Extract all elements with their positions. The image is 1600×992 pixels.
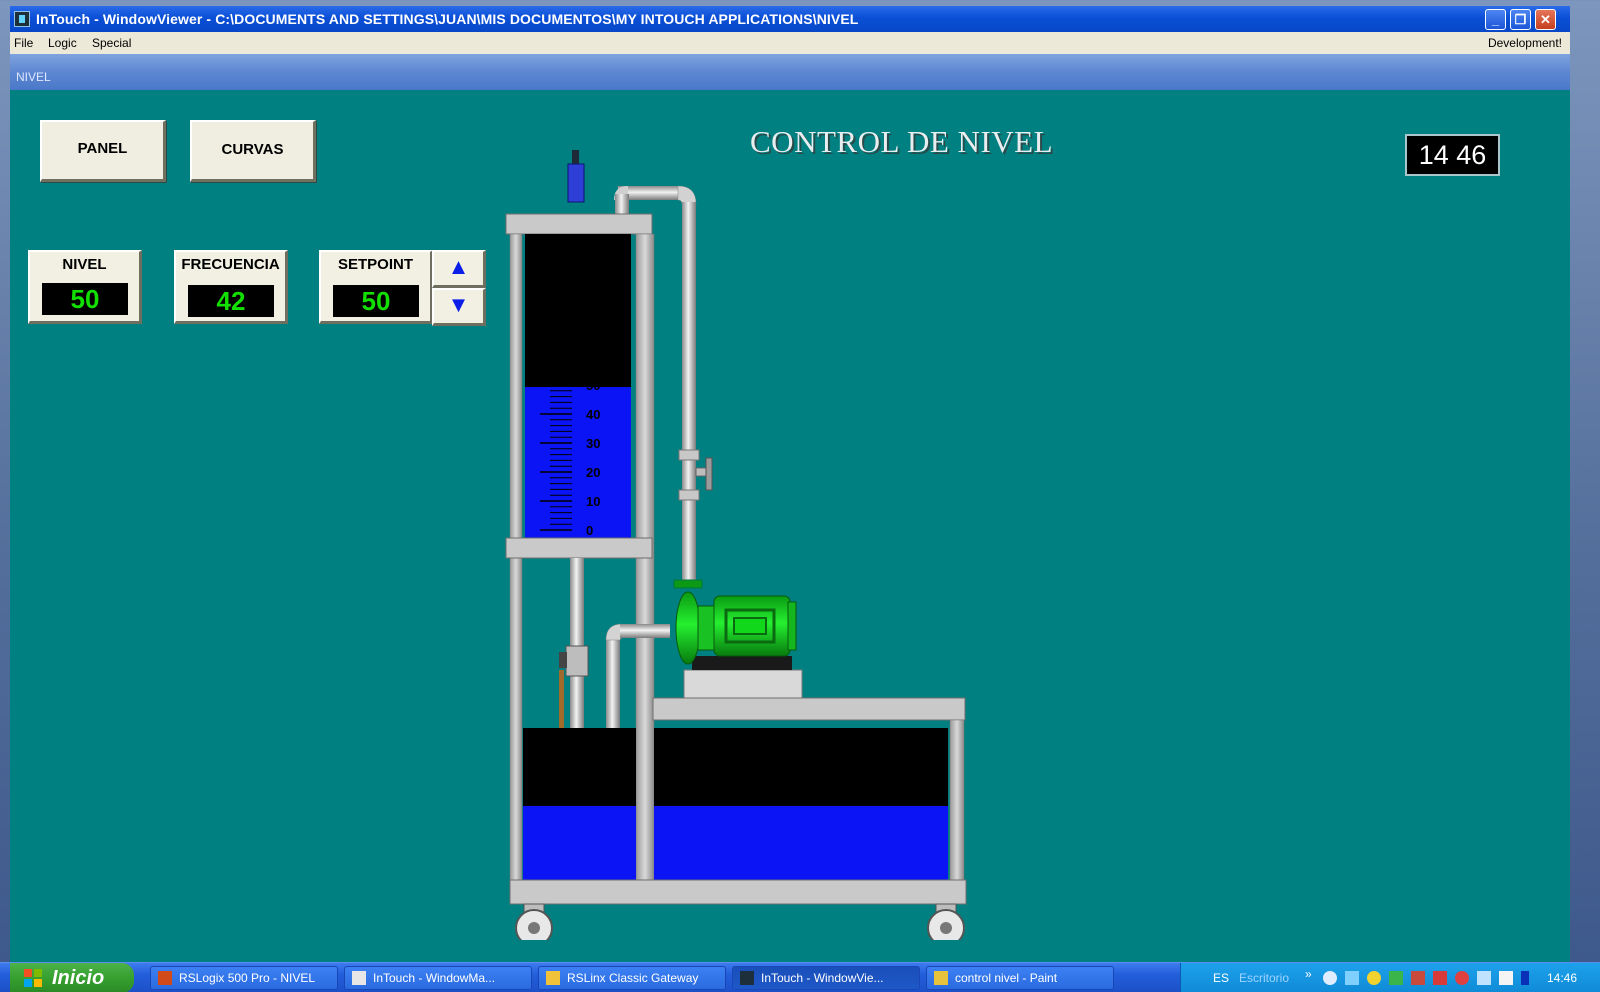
window-title: InTouch - WindowViewer - C:\DOCUMENTS AN… — [36, 11, 859, 27]
restore-button[interactable]: ❐ — [1510, 9, 1531, 30]
menu-bar: File Logic Special Development! — [10, 32, 1570, 54]
paint-icon — [934, 971, 948, 985]
tray-clock[interactable]: 14:46 — [1547, 963, 1577, 992]
scale-label: 20 — [586, 465, 600, 480]
windowviewer-icon — [740, 971, 754, 985]
close-button[interactable]: ✕ — [1535, 9, 1556, 30]
minimize-button[interactable]: _ — [1485, 9, 1506, 30]
tray-app-icon[interactable] — [1411, 971, 1425, 985]
tray-app-icon[interactable] — [1455, 971, 1469, 985]
start-label: Inicio — [52, 967, 105, 989]
taskbar-item-label: InTouch - WindowMa... — [373, 971, 496, 985]
taskbar-item-label: RSLogix 500 Pro - NIVEL — [179, 971, 316, 985]
shield-icon[interactable] — [1367, 971, 1381, 985]
intouch-window: InTouch - WindowViewer - C:\DOCUMENTS AN… — [10, 6, 1570, 962]
scale-label: 40 — [586, 407, 600, 422]
taskbar-rslinx[interactable]: RSLinx Classic Gateway — [538, 966, 726, 990]
desktop-toolbar-label[interactable]: Escritorio — [1239, 963, 1289, 992]
network-icon[interactable] — [1345, 971, 1359, 985]
tray-app-icon[interactable] — [1389, 971, 1403, 985]
menu-file[interactable]: File — [14, 32, 33, 54]
taskbar-paint[interactable]: control nivel - Paint — [926, 966, 1114, 990]
window-name-bar: NIVEL — [10, 54, 1570, 90]
menu-development[interactable]: Development! — [1488, 32, 1562, 54]
hmi-canvas: PANEL CURVAS NIVEL 50 FRECUENCIA 42 SETP… — [10, 90, 1570, 940]
cart-wheels — [515, 903, 965, 940]
taskbar-item-label: control nivel - Paint — [955, 971, 1058, 985]
process-diagram: 50 40 30 20 10 0 — [505, 150, 967, 940]
monitor-icon[interactable] — [1477, 971, 1491, 985]
title-bar[interactable]: InTouch - WindowViewer - C:\DOCUMENTS AN… — [10, 6, 1570, 32]
upper-tank-water — [525, 387, 631, 540]
chevron-right-icon[interactable]: » — [1305, 959, 1312, 989]
scale-label: 10 — [586, 494, 600, 509]
window-name-label: NIVEL — [16, 70, 51, 84]
menu-special[interactable]: Special — [92, 32, 131, 54]
intouch-app-icon — [14, 11, 30, 27]
system-tray: ES Escritorio » 14:46 — [1180, 963, 1600, 992]
menu-logic[interactable]: Logic — [48, 32, 77, 54]
lower-reservoir — [509, 697, 967, 905]
drain-pipe — [559, 558, 589, 728]
windows-taskbar: Inicio RSLogix 500 Pro - NIVEL InTouch -… — [0, 962, 1600, 992]
taskbar-rslogix[interactable]: RSLogix 500 Pro - NIVEL — [150, 966, 338, 990]
taskbar-intouch-windowmaker[interactable]: InTouch - WindowMa... — [344, 966, 532, 990]
back-arrow-icon[interactable] — [1323, 971, 1337, 985]
windowmaker-icon — [352, 971, 366, 985]
scale-label: 50 — [586, 378, 600, 393]
pump-motor — [673, 579, 803, 699]
rslogix-icon — [158, 971, 172, 985]
scale-label: 0 — [586, 523, 593, 538]
taskbar-intouch-windowviewer[interactable]: InTouch - WindowVie... — [732, 966, 920, 990]
taskbar-item-label: RSLinx Classic Gateway — [567, 971, 699, 985]
windows-flag-icon — [24, 969, 42, 987]
start-button[interactable]: Inicio — [10, 963, 134, 992]
scale-label: 30 — [586, 436, 600, 451]
rslinx-icon — [546, 971, 560, 985]
tray-app-icon[interactable] — [1433, 971, 1447, 985]
speaker-icon[interactable] — [1499, 971, 1513, 985]
language-indicator[interactable]: ES — [1213, 963, 1229, 992]
tray-app-icon[interactable] — [1521, 971, 1529, 985]
taskbar-item-label: InTouch - WindowVie... — [761, 971, 884, 985]
